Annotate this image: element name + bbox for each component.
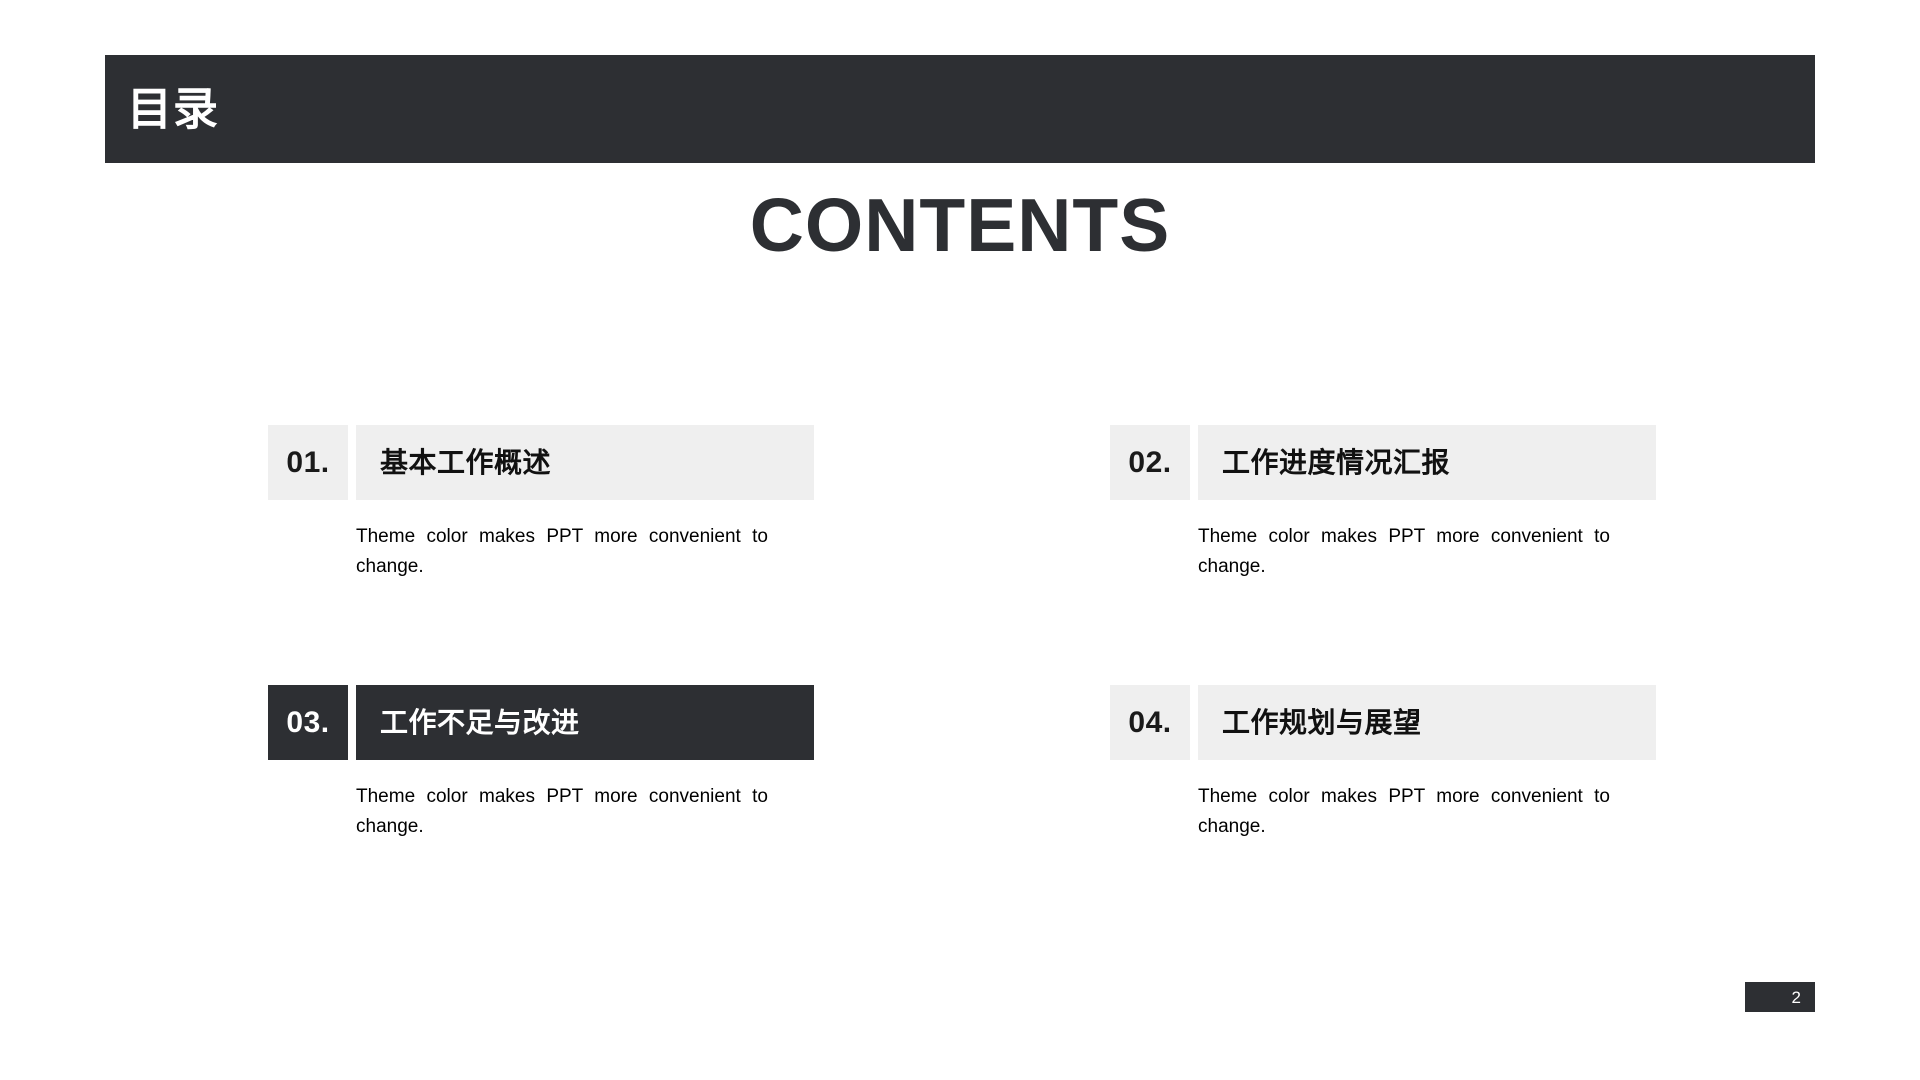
toc-title-04: 工作规划与展望 — [1222, 706, 1422, 738]
toc-titlebox-02[interactable]: 工作进度情况汇报 — [1198, 425, 1656, 500]
toc-item-01[interactable]: 01. 基本工作概述 Theme color makes PPT more co… — [268, 425, 814, 582]
page-number-badge: 2 — [1745, 982, 1815, 1012]
toc-titlebox-01[interactable]: 基本工作概述 — [356, 425, 814, 500]
toc-description-02: Theme color makes PPT more convenient to… — [1198, 526, 1610, 578]
toc-item-04[interactable]: 04. 工作规划与展望 Theme color makes PPT more c… — [1110, 685, 1656, 842]
toc-bar-04[interactable]: 04. 工作规划与展望 — [1110, 685, 1656, 760]
toc-description-01: Theme color makes PPT more convenient to… — [356, 526, 768, 578]
toc-bar-01[interactable]: 01. 基本工作概述 — [268, 425, 814, 500]
toc-titlebox-03[interactable]: 工作不足与改进 — [356, 685, 814, 760]
toc-number-02: 02. — [1110, 425, 1190, 500]
toc-number-03: 03. — [268, 685, 348, 760]
slide-canvas: 目录 CONTENTS 01. 基本工作概述 Theme color makes… — [0, 0, 1920, 1080]
toc-number-01: 01. — [268, 425, 348, 500]
toc-title-01: 基本工作概述 — [380, 446, 552, 478]
toc-number-04: 04. — [1110, 685, 1190, 760]
toc-bar-02[interactable]: 02. 工作进度情况汇报 — [1110, 425, 1656, 500]
page-number-value: 2 — [1791, 987, 1801, 1007]
toc-description-04: Theme color makes PPT more convenient to… — [1198, 786, 1610, 838]
toc-title-02: 工作进度情况汇报 — [1222, 446, 1451, 478]
toc-title-03: 工作不足与改进 — [380, 706, 580, 738]
toc-description-03: Theme color makes PPT more convenient to… — [356, 786, 768, 838]
toc-bar-03[interactable]: 03. 工作不足与改进 — [268, 685, 814, 760]
toc-item-02[interactable]: 02. 工作进度情况汇报 Theme color makes PPT more … — [1110, 425, 1656, 582]
toc-grid: 01. 基本工作概述 Theme color makes PPT more co… — [0, 0, 1920, 1080]
toc-item-03[interactable]: 03. 工作不足与改进 Theme color makes PPT more c… — [268, 685, 814, 842]
toc-titlebox-04[interactable]: 工作规划与展望 — [1198, 685, 1656, 760]
